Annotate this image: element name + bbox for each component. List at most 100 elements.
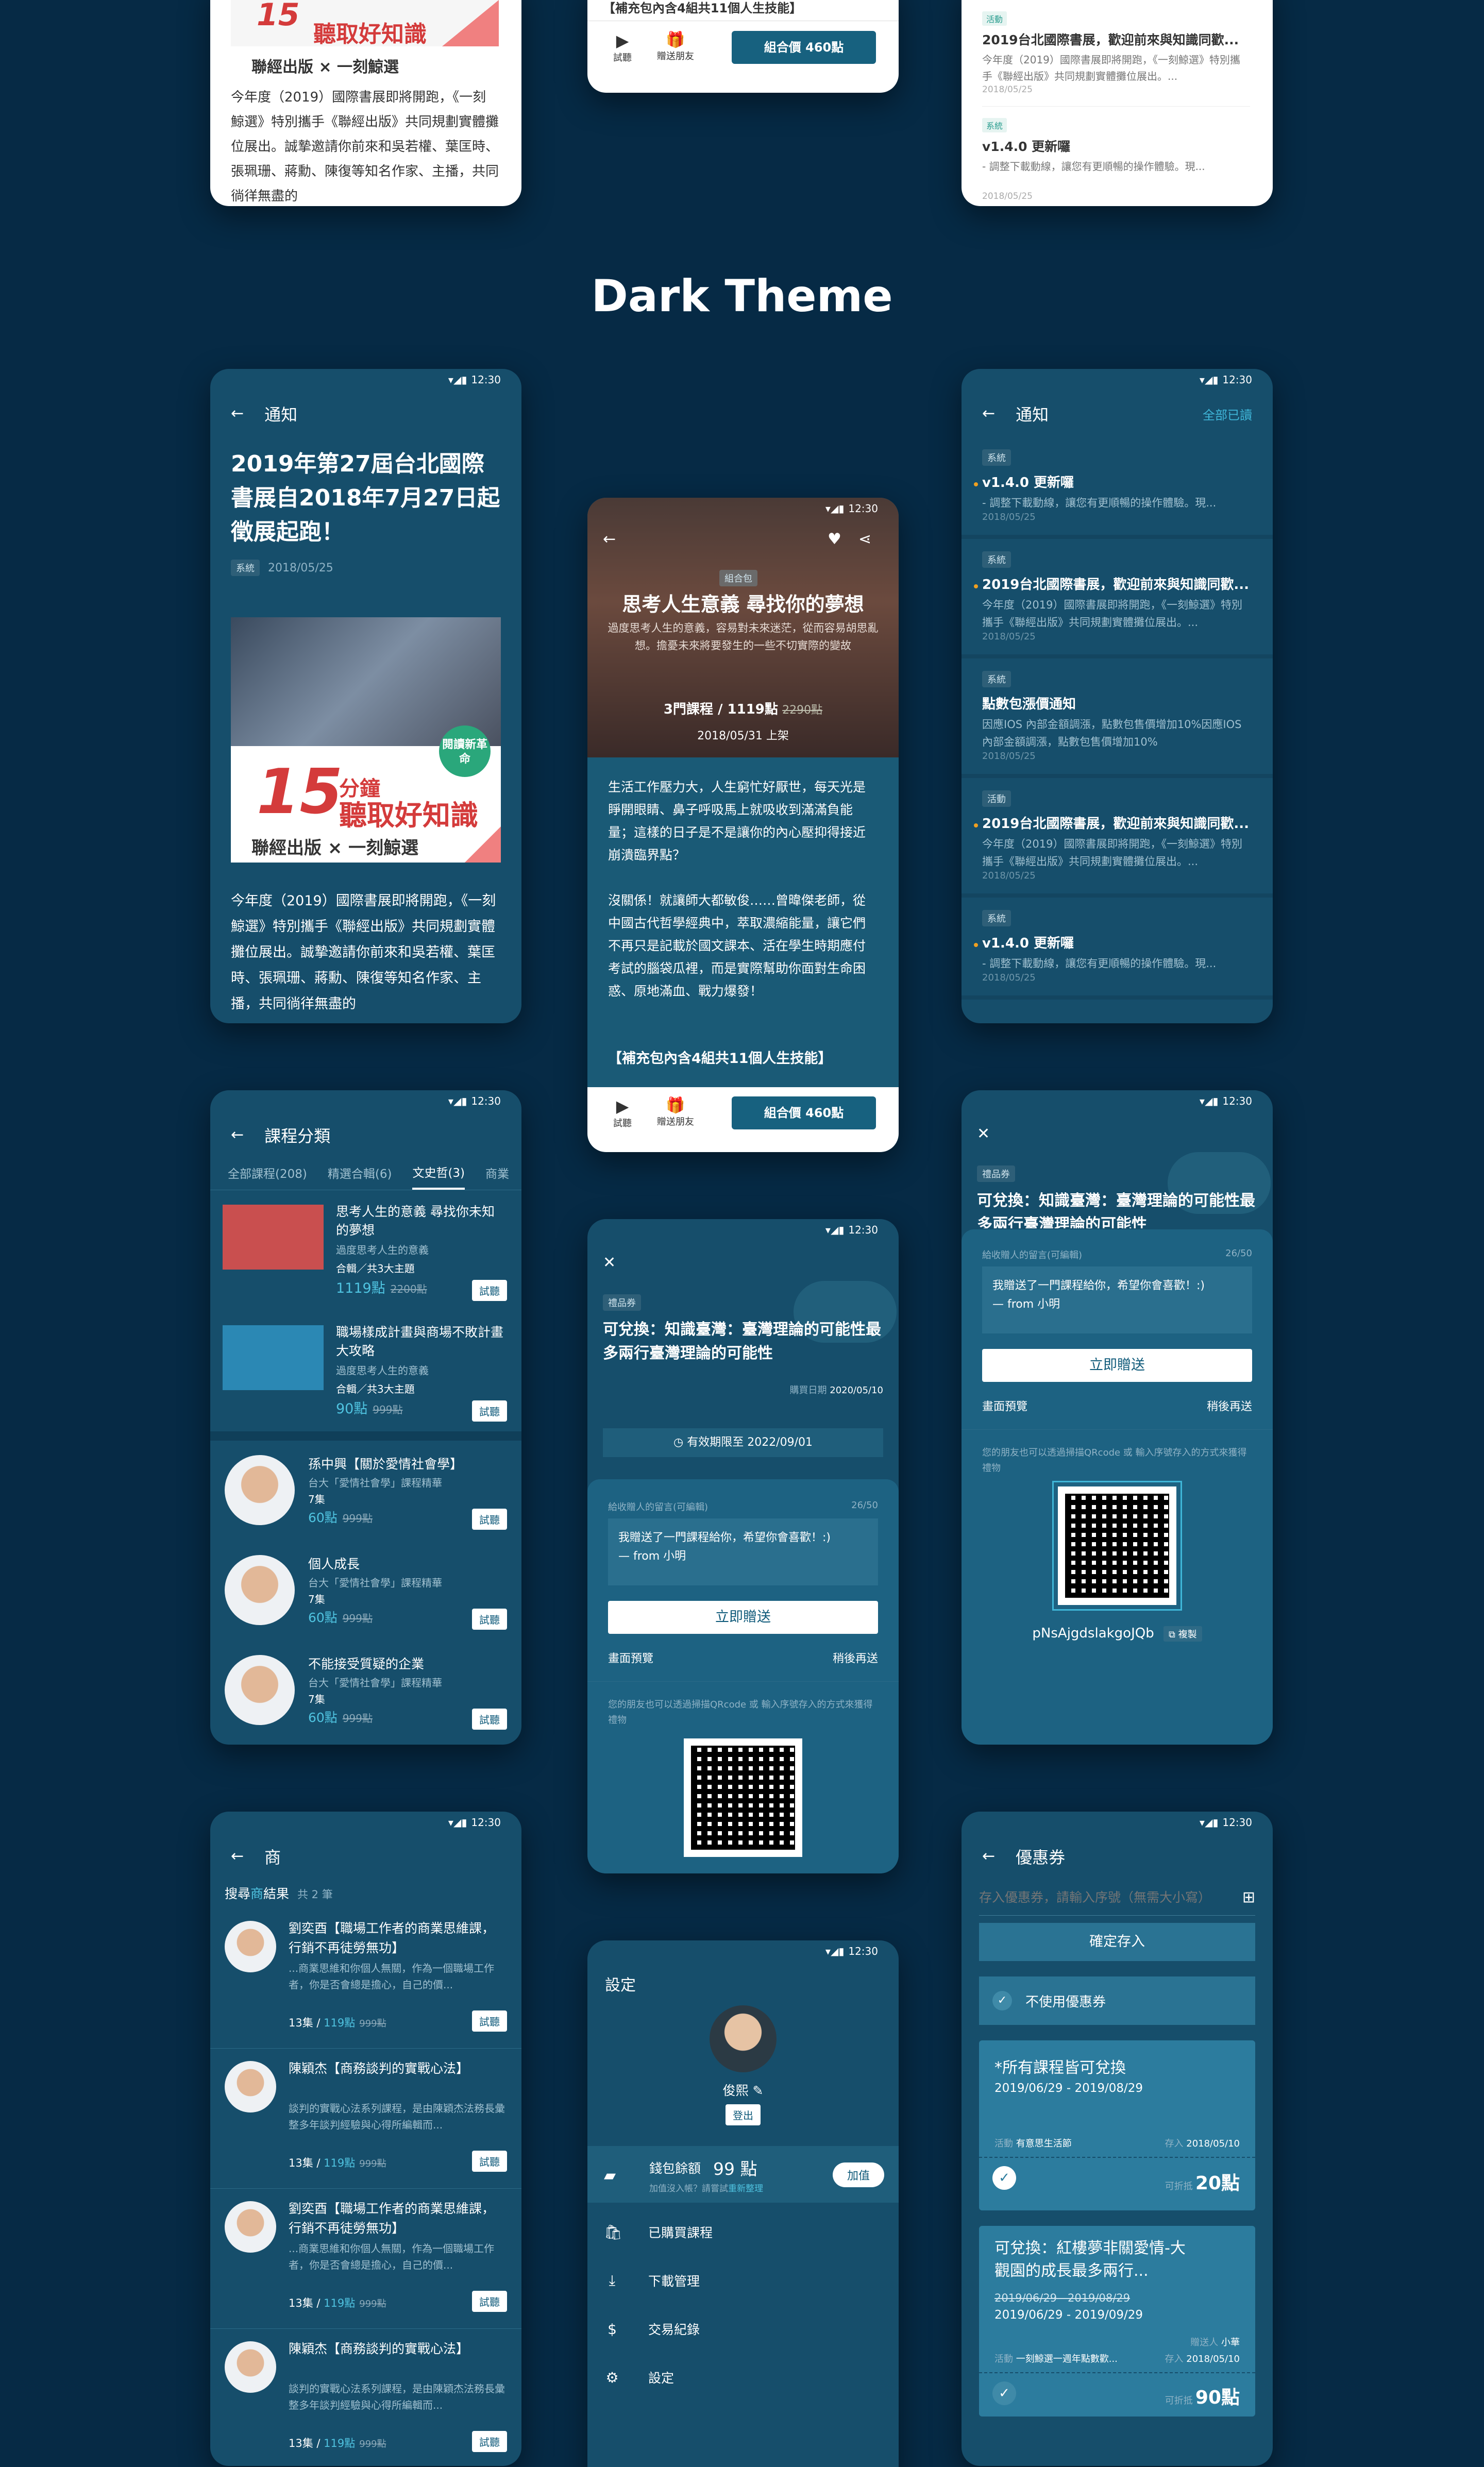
topup-button[interactable]: 加值	[832, 2162, 884, 2187]
buy-button[interactable]: 組合價 460點	[732, 1096, 876, 1129]
settings-menu-item[interactable]: $ 交易紀錄	[587, 2305, 899, 2353]
course-sub: 台大「愛情社會學」課程精華	[308, 1477, 442, 1489]
confirm-button[interactable]: 確定存入	[979, 1923, 1255, 1961]
notif-item[interactable]: 系統 v1.4.0 更新囉 - 調整下載動線，讓您有更順暢的操作體驗。現... 201…	[982, 107, 1250, 206]
nav-title: 優惠券	[1016, 1848, 1066, 1867]
try-button[interactable]: ▶ 試聽	[613, 31, 632, 64]
search-result[interactable]: 陳穎杰【商務談判的實戰心法】 談判的實戰心法系列課程，是由陳穎杰法務長彙整多年談判…	[210, 2329, 521, 2466]
settings-menu-item[interactable]: ⤓ 下載管理	[587, 2256, 899, 2305]
send-button[interactable]: 立即贈送	[982, 1349, 1252, 1382]
copy-button[interactable]: ⧉ 複製	[1163, 1626, 1202, 1642]
tab[interactable]: 全部課程(208)	[228, 1158, 307, 1190]
later-link[interactable]: 稍後再送	[1207, 1397, 1252, 1414]
bundle-item[interactable]: 職場樣成計畫與商場不敗計畫大攻略 過度思考人生的意義 合輯／共3大主題 90點 999點…	[210, 1311, 521, 1431]
logout-button[interactable]: 登出	[726, 2104, 761, 2125]
qr-scan-icon[interactable]: ⊞	[1242, 1888, 1255, 1906]
buy-button[interactable]: 組合價 460點	[732, 31, 876, 64]
valid-bar: ◷ 有效期限至 2022/09/01	[603, 1428, 883, 1457]
refresh-link[interactable]: 重新整理	[728, 2184, 763, 2194]
search-result[interactable]: 劉奕酉【職場工作者的商業思維課，行銷不再徒勞無功】 ...商業思維和你個人無關，作…	[210, 2189, 521, 2329]
status-bar: ▾◢▮ 12:30	[210, 369, 521, 391]
search-query[interactable]: 商	[264, 1845, 281, 1868]
settings-menu-item[interactable]: 🛍 已購買課程	[587, 2208, 899, 2256]
try-button[interactable]: 試聽	[472, 1709, 507, 1730]
edit-icon[interactable]: ✎	[753, 2083, 764, 2098]
giver-label: 贈送人	[1190, 2337, 1219, 2348]
bundle-item[interactable]: 思考人生的意義 尋找你未知的夢想 過度思考人生的意義 合輯／共3大主題 1119點 22…	[210, 1190, 521, 1311]
try-button[interactable]: 試聽	[472, 1400, 507, 1422]
preview-link[interactable]: 畫面預覽	[982, 1397, 1027, 1414]
wallet-hint: 加值沒入帳？請嘗試	[649, 2184, 728, 2194]
msg-label: 給收贈人的留言(可編輯)	[608, 1502, 709, 1513]
no-coupon-option[interactable]: ✓ 不使用優惠券	[979, 1976, 1255, 2025]
coupon-card[interactable]: 可兌換：紅樓夢非關愛情-大觀園的成長最多兩行... 2019/06/29 - 2…	[979, 2226, 1255, 2417]
search-result[interactable]: 陳穎杰【商務談判的實戰心法】 談判的實戰心法系列課程，是由陳穎杰法務長彙整多年談判…	[210, 2049, 521, 2189]
voucher-title: 可兌換：知識臺灣：臺灣理論的可能性最多兩行臺灣理論的可能性	[977, 1192, 1255, 1228]
try-button[interactable]: 試聽	[472, 1509, 507, 1530]
tab[interactable]: 商業	[485, 1158, 509, 1190]
course-item[interactable]: 孫中興【關於愛情社會學】 台大「愛情社會學」課程精華 7集 60點 999點 試聽	[210, 1441, 521, 1541]
voucher-title: 可兌換：知識臺灣：臺灣理論的可能性最多兩行臺灣理論的可能性	[603, 1321, 881, 1362]
notif-item[interactable]: 系統 2019台北國際書展，歡迎前來與知識同歡... 今年度（2019）國際書展即將…	[962, 539, 1273, 658]
notif-item[interactable]: 系統 點數包漲價通知 因應IOS 內部金額調漲，點數包售價增加10%因應IOS 內部…	[962, 658, 1273, 778]
later-link[interactable]: 稍後再送	[833, 1649, 878, 1666]
try-button[interactable]: 試聽	[472, 2151, 507, 2172]
notif-desc: 今年度（2019）國際書展即將開跑，《一刻鯨選》特別攜手《聯經出版》共同規劃實體…	[982, 599, 1242, 629]
close-icon[interactable]: ✕	[977, 1126, 990, 1142]
notif-desc: 今年度（2019）國際書展即將開跑，《一刻鯨選》特別攜手《聯經出版》共同規劃實體…	[982, 54, 1240, 82]
preview-link[interactable]: 畫面預覽	[608, 1649, 653, 1666]
back-icon[interactable]: ←	[231, 406, 244, 421]
course-list: 孫中興【關於愛情社會學】 台大「愛情社會學」課程精華 7集 60點 999點 試聽 個人成長…	[210, 1441, 521, 1741]
course-item[interactable]: 不能接受質疑的企業 台大「愛情社會學」課程精華 7集 60點 999點 試聽	[210, 1641, 521, 1741]
coupon-input[interactable]	[979, 1890, 1242, 1905]
send-button[interactable]: 立即贈送	[608, 1601, 878, 1634]
signal-icon: ▾◢▮	[448, 1095, 467, 1107]
search-result[interactable]: 劉奕酉【職場工作者的商業思維課，行銷不再徒勞無功】 ...商業思維和你個人無關，作…	[210, 1908, 521, 2049]
settings-menu-item[interactable]: ⚙ 設定	[587, 2353, 899, 2402]
try-button[interactable]: 試聽	[472, 2010, 507, 2032]
banner-corner	[442, 0, 499, 46]
share-icon[interactable]: ⋖	[858, 532, 871, 547]
clock: 12:30	[1222, 1816, 1252, 1829]
heart-icon[interactable]: ♥	[828, 532, 841, 547]
back-icon[interactable]: ←	[231, 1127, 244, 1143]
avatar[interactable]	[710, 2005, 777, 2072]
user-name: 俊熙	[722, 2083, 749, 2098]
save-label: 存入	[1165, 2138, 1184, 2149]
notif-item[interactable]: 活動 2019台北國際書展，歡迎前來與知識同歡... 今年度（2019）國際書展即將…	[982, 0, 1250, 107]
phone-article: ▾◢▮ 12:30 ← 通知 2019年第27屆台北國際書展自2018年7月27日…	[210, 369, 521, 1023]
mark-all-read[interactable]: 全部已讀	[1203, 405, 1252, 423]
settings-menu: 🛍 已購買課程 ⤓ 下載管理 $ 交易紀錄 ⚙ 設定	[587, 2203, 899, 2402]
notif-title: 2019台北國際書展，歡迎前來與知識同歡...	[982, 32, 1239, 47]
back-icon[interactable]: ←	[231, 1849, 244, 1864]
play-icon: ▶	[616, 1096, 629, 1116]
try-button[interactable]: 試聽	[472, 1280, 507, 1301]
coupon-card[interactable]: *所有課程皆可兌換 2019/06/29 - 2019/08/29 活動 有意思…	[979, 2040, 1255, 2210]
notif-desc: - 調整下載動線，讓您有更順暢的操作體驗。現...	[982, 497, 1217, 509]
gift-button[interactable]: 🎁 贈送朋友	[657, 31, 694, 62]
back-icon[interactable]: ←	[982, 1849, 995, 1864]
try-button[interactable]: 試聽	[472, 1609, 507, 1630]
try-button[interactable]: 試聽	[472, 2291, 507, 2312]
notif-item[interactable]: 系統 v1.4.0 更新囉 - 調整下載動線，讓您有更順暢的操作體驗。現... 201…	[962, 898, 1273, 1000]
gift-button[interactable]: 🎁 贈送朋友	[657, 1096, 694, 1128]
course-item[interactable]: 個人成長 台大「愛情社會學」課程精華 7集 60點 999點 試聽	[210, 1541, 521, 1641]
try-button[interactable]: 試聽	[472, 2431, 507, 2452]
msg-input[interactable]: 我贈送了一門課程給你，希望你會喜歡！:) — from 小明	[608, 1518, 878, 1585]
try-button[interactable]: ▶ 試聽	[613, 1096, 632, 1129]
tab[interactable]: 文史哲(3)	[412, 1158, 465, 1190]
headline-num: 15	[257, 0, 300, 33]
orig-price: 999點	[359, 2439, 386, 2449]
back-icon[interactable]: ←	[603, 532, 616, 547]
notif-desc: - 調整下載動線，讓您有更順暢的操作體驗。現...	[982, 957, 1217, 970]
back-icon[interactable]: ←	[982, 406, 995, 421]
off-value: 20點	[1195, 2173, 1240, 2194]
notif-item[interactable]: 活動 2019台北國際書展，歡迎前來與知識同歡... 今年度（2019）國際書展即將…	[962, 778, 1273, 898]
clock: 12:30	[848, 1945, 878, 1957]
notif-item[interactable]: 系統 v1.4.0 更新囉 - 調整下載動線，讓您有更順暢的操作體驗。現... 201…	[962, 437, 1273, 539]
msg-input[interactable]: 我贈送了一門課程給你，希望你會喜歡！:) — from 小明	[982, 1266, 1252, 1333]
price: 90點	[336, 1401, 368, 1417]
banner-logo: 聯經出版 × 一刻鯨選	[251, 838, 419, 858]
tab[interactable]: 精選合輯(6)	[328, 1158, 392, 1190]
close-icon[interactable]: ✕	[603, 1255, 616, 1271]
